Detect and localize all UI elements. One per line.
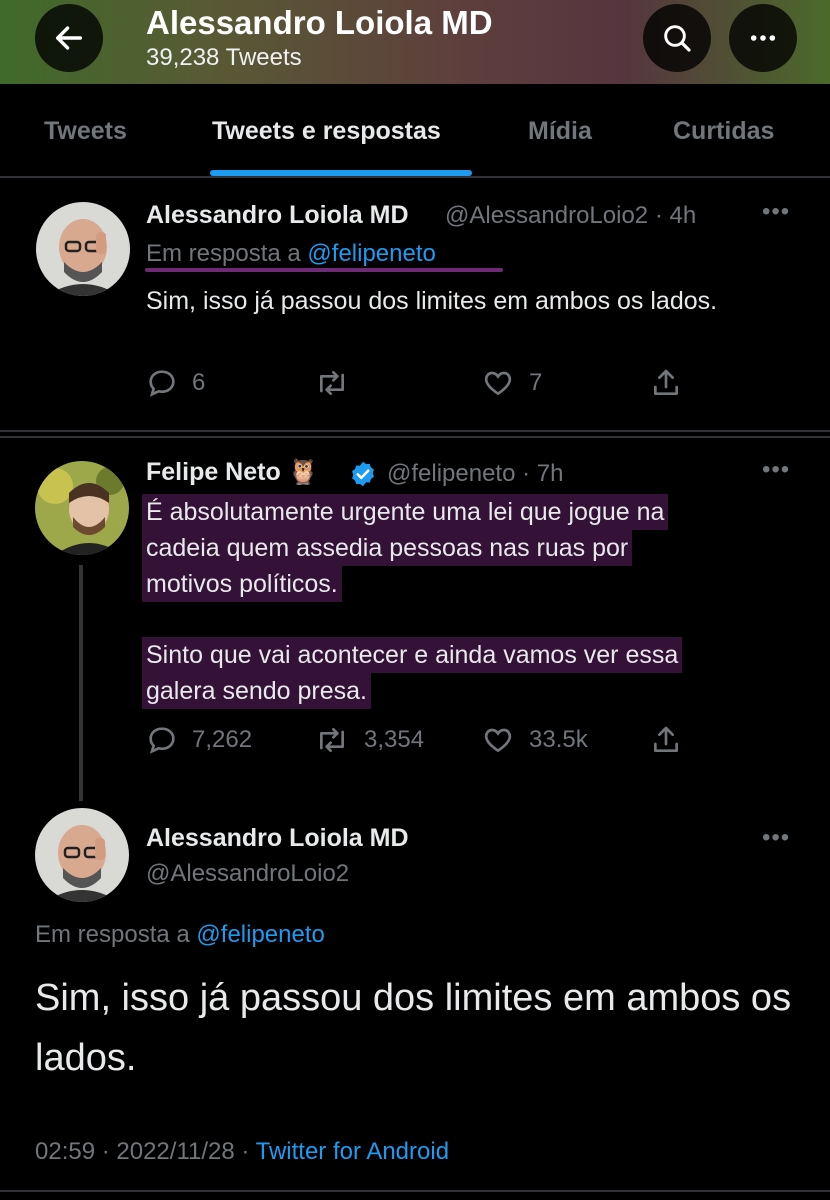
back-button[interactable] (35, 4, 103, 72)
search-button[interactable] (643, 4, 711, 72)
reply-to-line: Em resposta a @felipeneto (35, 921, 325, 949)
reply-icon (149, 727, 175, 754)
highlight-underline (145, 268, 503, 272)
author-name[interactable]: Alessandro Loiola MD (146, 201, 409, 230)
author-handle-time[interactable]: @felipeneto · 7h (387, 460, 563, 488)
tab-likes[interactable]: Curtidas (673, 117, 774, 146)
bottom-divider (0, 1190, 830, 1192)
more-options-button[interactable] (729, 4, 797, 72)
avatar[interactable] (36, 202, 130, 296)
retweet-action[interactable]: 3,354 (314, 724, 424, 756)
verified-badge-icon (352, 461, 374, 487)
like-action[interactable]: 7 (481, 367, 542, 399)
profile-name: Alessandro Loiola MD (146, 4, 493, 41)
reply-handle-link[interactable]: @felipeneto (196, 921, 324, 948)
reply-prefix: Em resposta a (146, 240, 301, 267)
retweet-action[interactable] (314, 367, 364, 399)
avatar[interactable] (35, 808, 129, 902)
like-action[interactable]: 33.5k (481, 724, 588, 756)
more-icon (750, 35, 776, 41)
tab-media[interactable]: Mídia (528, 117, 592, 146)
retweet-icon (320, 371, 344, 395)
reply-count: 6 (192, 369, 206, 396)
author-name[interactable]: Felipe Neto 🦉 (146, 458, 319, 487)
thread-connector-line (79, 565, 83, 801)
reply-handle-link[interactable]: @felipeneto (307, 240, 435, 267)
author-name[interactable]: Alessandro Loiola MD (146, 824, 409, 853)
author-handle-time[interactable]: @AlessandroLoio2 · 4h (445, 202, 696, 230)
reply-to-line: Em resposta a @felipeneto (146, 240, 436, 268)
tab-tweets-and-replies[interactable]: Tweets e respostas (212, 117, 441, 146)
tweet-more-button[interactable]: ••• (762, 824, 790, 852)
like-count: 7 (529, 369, 543, 396)
tweet-source-link[interactable]: Twitter for Android (256, 1138, 449, 1165)
reply-count: 7,262 (192, 726, 253, 753)
reply-action[interactable]: 6 (146, 367, 205, 399)
tweet-text: É absolutamente urgente uma lei que jogu… (146, 494, 786, 638)
tweet-timestamp-line: 02:59 · 2022/11/28 · Twitter for Android (35, 1138, 449, 1166)
tweet-text-line: cadeia quem assedia pessoas nas ruas por (146, 534, 629, 562)
profile-header: Alessandro Loiola MD 39,238 Tweets (0, 0, 830, 84)
avatar[interactable] (35, 461, 129, 555)
like-icon (484, 728, 512, 753)
share-icon (654, 726, 678, 752)
tweet-more-button[interactable]: ••• (762, 456, 790, 484)
retweet-count: 3,354 (364, 726, 425, 753)
share-icon (654, 369, 678, 395)
reply-prefix: Em resposta a (35, 921, 190, 948)
share-action[interactable] (650, 367, 682, 399)
author-handle[interactable]: @AlessandroLoio2 (146, 860, 349, 888)
tweet-text: Sinto que vai acontecer e ainda vamos ve… (146, 637, 786, 709)
tweet-divider (0, 436, 830, 438)
share-action[interactable] (650, 724, 682, 756)
tweet-text-line: É absolutamente urgente uma lei que jogu… (146, 498, 665, 526)
reply-action[interactable]: 7,262 (146, 724, 252, 756)
tweet-divider (0, 430, 830, 432)
tweet-more-button[interactable]: ••• (762, 198, 790, 226)
tabs-divider (0, 176, 830, 178)
tweet-text-line: Sinto que vai acontecer e ainda vamos ve… (146, 641, 679, 669)
reply-icon (149, 370, 175, 397)
retweet-icon (320, 728, 344, 752)
like-count: 33.5k (529, 726, 588, 753)
search-icon (664, 25, 691, 52)
tweet-text-line: motivos políticos. (146, 570, 338, 598)
owl-emoji: 🦉 (287, 458, 319, 486)
tweet-text: Sim, isso já passou dos limites em ambos… (146, 287, 718, 315)
tweet-timestamp[interactable]: 02:59 · 2022/11/28 · (35, 1138, 249, 1165)
like-icon (484, 371, 512, 396)
back-arrow-icon (55, 26, 83, 50)
tweet-text-line: galera sendo presa. (146, 677, 367, 705)
tab-tweets[interactable]: Tweets (44, 117, 127, 146)
tweet-count: 39,238 Tweets (146, 44, 302, 71)
tweet-text-large: Sim, isso já passou dos limites em ambos… (35, 977, 792, 1079)
author-display-name: Felipe Neto (146, 458, 281, 486)
